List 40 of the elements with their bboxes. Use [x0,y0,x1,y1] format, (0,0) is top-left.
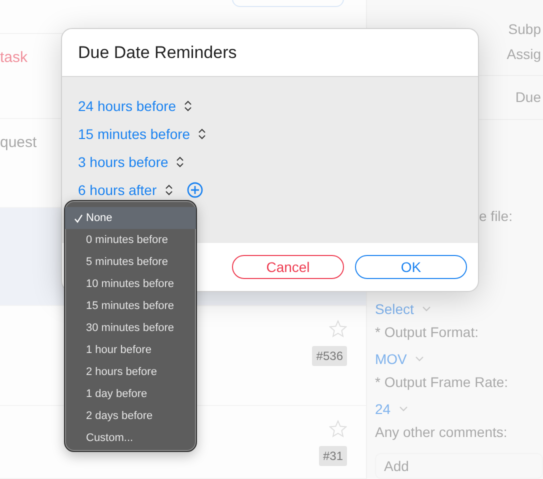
stepper-icon [198,128,206,140]
stepper-icon [184,100,192,112]
add-icon[interactable] [186,182,203,198]
menu-item[interactable]: 15 minutes before [65,295,196,317]
checkmark-icon [74,214,83,222]
id-tag: #536 [312,346,347,366]
task-title: task [0,48,28,68]
menu-item[interactable]: 30 minutes before [65,317,196,339]
star-icon [329,420,347,438]
field-label: * Output Format: [375,324,480,342]
menu-item[interactable]: None [65,207,196,229]
field-label: * Output Frame Rate: [375,374,510,392]
reminder-select[interactable]: 6 hours after [78,182,157,198]
comment-field[interactable]: Add [375,453,543,479]
field-label: Subp [508,21,541,37]
field-label: Any other comments: [375,424,508,442]
chevron-down-icon [398,406,408,412]
chevron-down-icon [422,306,431,312]
field-label: Assig [506,46,541,62]
menu-item[interactable]: 0 minutes before [65,229,196,251]
chevron-down-icon [414,356,424,362]
reminder-select[interactable]: 24 hours before [78,98,176,114]
menu-item[interactable]: 1 day before [65,383,196,405]
cancel-button[interactable]: Cancel [232,255,344,279]
menu-item[interactable]: 10 minutes before [65,273,196,295]
stepper-icon [176,156,184,168]
task-title: quest [0,133,37,154]
field-label: Due [515,89,541,106]
reminder-select[interactable]: 3 hours before [78,154,168,170]
menu-item[interactable]: 5 minutes before [65,251,196,273]
field-label: e file: [479,208,512,224]
reminder-select[interactable]: 15 minutes before [78,126,190,142]
stepper-icon [164,184,173,196]
id-tag: #31 [318,446,347,466]
menu-item[interactable]: Custom... [65,427,196,449]
menu-item[interactable]: 1 hour before [65,339,196,361]
star-icon [329,320,347,338]
ok-button[interactable]: OK [355,255,467,279]
menu-item[interactable]: 2 days before [65,405,196,427]
menu-item[interactable]: 2 hours before [65,361,196,383]
